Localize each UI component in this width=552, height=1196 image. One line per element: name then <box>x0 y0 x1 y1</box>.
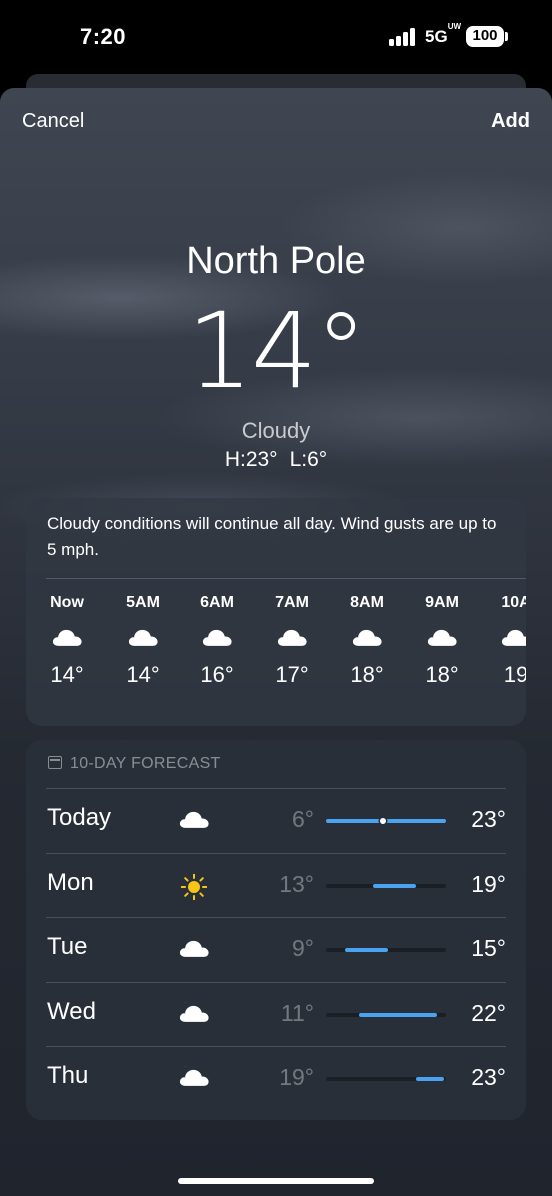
current-condition: Cloudy <box>241 418 311 443</box>
divider <box>46 981 506 983</box>
home-indicator[interactable] <box>178 1178 374 1184</box>
cloud-icon <box>262 618 322 658</box>
day-name: Mon <box>47 868 94 896</box>
hour-item: 6AM 16° <box>187 594 247 688</box>
high-temp: 22° <box>471 999 506 1026</box>
low-temp: 9° <box>292 935 314 961</box>
network-type: 5GUW <box>425 22 462 46</box>
temperature-range-fill <box>345 948 388 952</box>
temperature-range-bar <box>326 883 446 888</box>
hour-temp: 14° <box>126 662 160 687</box>
divider <box>46 917 506 918</box>
hour-temp: 18° <box>350 662 384 687</box>
cloud-icon <box>412 618 472 658</box>
high-temp: 19° <box>471 870 506 897</box>
hour-item: 8AM 18° <box>337 594 397 688</box>
cloud-icon <box>486 618 526 658</box>
cloud-icon <box>187 618 247 658</box>
high-temp: 23° <box>471 806 506 832</box>
hourly-forecast-card[interactable]: Cloudy conditions will continue all day.… <box>26 498 526 726</box>
current-temp-dot <box>379 818 386 824</box>
cloud-icon <box>178 937 212 963</box>
low-temp: 19° <box>279 1064 314 1090</box>
temperature-range-fill <box>415 1077 444 1081</box>
day-name: Thu <box>47 1062 89 1089</box>
hour-temp: 17° <box>275 662 309 687</box>
hourly-summary: Cloudy conditions will continue all day.… <box>47 514 497 559</box>
cloud-icon <box>178 808 212 834</box>
temperature-range-fill <box>373 883 416 888</box>
divider <box>46 852 506 854</box>
high-temp: 15° <box>471 935 506 961</box>
hour-label: 6AM <box>200 594 234 611</box>
temperature-range-fill <box>326 819 446 823</box>
hour-temp: 19 <box>503 662 526 687</box>
temperature-range-bar <box>326 1012 446 1017</box>
hour-item: 5AM 14° <box>113 594 173 688</box>
cloud-icon <box>178 1066 212 1092</box>
day-name: Wed <box>47 997 96 1025</box>
current-temperature: 14° <box>186 290 367 412</box>
hour-item: 9AM 18° <box>412 594 472 688</box>
hour-label: 10A <box>501 594 526 611</box>
forecast-header: 10-DAY FORECAST <box>48 755 221 773</box>
ten-day-forecast-card[interactable]: 10-DAY FORECAST Today 6° 23° Mon 13° 19° Tue 9°… <box>26 740 526 1120</box>
low-temp: L:6° <box>289 448 328 471</box>
low-temp: 13° <box>279 870 314 897</box>
status-time: 7:20 <box>80 24 127 49</box>
cloud-icon <box>113 618 173 658</box>
location-name: North Pole <box>186 240 366 282</box>
battery-nub <box>505 32 508 41</box>
hour-item: 7AM 17° <box>262 594 322 688</box>
hour-item: 10A 19 <box>486 594 526 688</box>
cloud-icon <box>178 1002 212 1028</box>
forecast-row-tue[interactable]: Tue 9° 15° <box>46 917 506 981</box>
high-temp: 23° <box>471 1064 506 1090</box>
high-temp: H:23° <box>224 448 278 471</box>
status-bar: 7:20 5GUW 100 <box>0 0 552 76</box>
hour-temp: 16° <box>200 662 234 687</box>
temperature-range-bar <box>326 948 446 952</box>
battery-icon: 100 <box>466 26 504 47</box>
forecast-row-today[interactable]: Today 6° 23° <box>46 788 506 852</box>
sun-icon <box>178 873 212 900</box>
temperature-range-bar <box>326 1077 446 1081</box>
hour-label: 9AM <box>425 594 459 611</box>
cloud-icon <box>337 618 397 658</box>
hour-item: Now 14° <box>37 594 97 688</box>
cancel-button[interactable]: Cancel <box>22 110 84 133</box>
temperature-range-bar <box>326 818 446 824</box>
calendar-icon <box>48 756 62 769</box>
hour-label: 7AM <box>275 594 309 611</box>
day-name: Tue <box>47 933 88 960</box>
hour-temp: 14° <box>50 662 84 687</box>
hour-label: 8AM <box>350 594 384 611</box>
hour-label: Now <box>50 594 84 611</box>
temperature-range-fill <box>359 1012 437 1017</box>
cloud-icon <box>37 618 97 658</box>
divider <box>46 1046 506 1047</box>
cellular-signal-icon <box>389 28 417 46</box>
forecast-row-wed[interactable]: Wed 11° 22° <box>46 981 506 1046</box>
hour-label: 5AM <box>126 594 160 611</box>
low-temp: 6° <box>292 806 314 832</box>
battery-level: 100 <box>472 27 498 44</box>
low-temp: 11° <box>280 999 314 1026</box>
hour-temp: 18° <box>425 662 459 687</box>
divider <box>46 788 506 789</box>
high-low: H:23° L:6° <box>0 448 552 472</box>
divider <box>46 578 526 579</box>
forecast-row-mon[interactable]: Mon 13° 19° <box>46 852 506 917</box>
forecast-row-thu[interactable]: Thu 19° 23° <box>46 1046 506 1110</box>
add-button[interactable]: Add <box>491 110 530 133</box>
day-name: Today <box>47 804 112 831</box>
